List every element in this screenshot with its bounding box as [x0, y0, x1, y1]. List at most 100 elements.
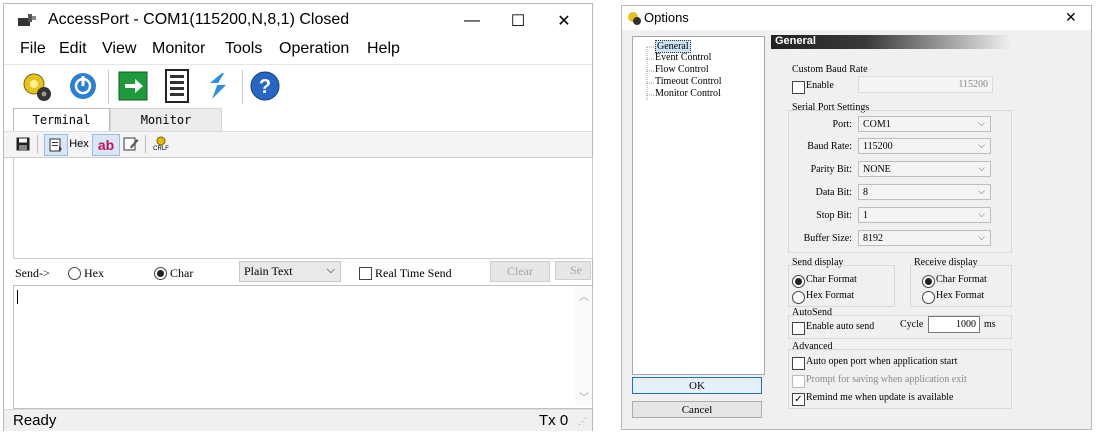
chevron-down-icon: ⌵ — [978, 163, 985, 173]
section-header: General — [775, 35, 816, 47]
realtime-send-label: Real Time Send — [375, 266, 452, 280]
parity-bit-label: Parity Bit: — [810, 164, 852, 175]
send-hex-format-radio[interactable] — [792, 289, 805, 307]
save-icon[interactable] — [14, 134, 32, 154]
maximize-button[interactable]: ☐ — [495, 4, 541, 37]
window-title: AccessPort - COM1(115200,N,8,1) Closed — [48, 11, 350, 28]
document-icon[interactable] — [160, 68, 194, 104]
run-arrow-icon[interactable] — [116, 68, 150, 104]
custom-baud-enable-checkbox[interactable] — [792, 79, 805, 97]
char-radio[interactable] — [154, 265, 167, 283]
cycle-input[interactable]: 1000 — [928, 316, 980, 333]
settings-gear-icon[interactable] — [20, 68, 54, 104]
cycle-unit: ms — [984, 319, 996, 330]
menu-monitor[interactable]: Monitor — [152, 40, 205, 58]
chevron-down-icon: ⌵ — [978, 140, 985, 150]
remind-update-checkbox[interactable]: ✓ — [792, 391, 805, 409]
hex-display-button[interactable]: Hex — [68, 134, 90, 154]
char-display-button[interactable]: ab — [92, 134, 120, 156]
custom-baud-group-label: Custom Baud Rate — [792, 64, 868, 75]
custom-baud-input[interactable]: 115200 — [858, 76, 993, 93]
scrollbar[interactable]: ︿ ﹀ — [575, 286, 592, 406]
cancel-button[interactable]: Cancel — [632, 401, 762, 418]
menu-edit[interactable]: Edit — [59, 40, 87, 58]
send-button[interactable]: Se — [555, 261, 591, 280]
receive-textarea[interactable] — [13, 157, 593, 259]
svg-text:?: ? — [259, 76, 271, 98]
app-icon — [16, 12, 38, 33]
receive-hex-format-radio[interactable] — [922, 289, 935, 307]
buffer-size-select[interactable]: 8192 ⌵ — [858, 230, 991, 246]
help-icon[interactable]: ? — [248, 68, 282, 104]
refresh-icon[interactable] — [200, 68, 234, 104]
baud-rate-select[interactable]: 115200 ⌵ — [858, 138, 991, 154]
menu-help[interactable]: Help — [367, 40, 400, 58]
format-select-value: Plain Text — [244, 264, 293, 278]
hex-radio-label: Hex — [84, 266, 104, 280]
tree-item-event-control[interactable]: Event Control — [655, 52, 711, 63]
char-radio-label: Char — [170, 266, 194, 280]
custom-baud-enable-label: Enable — [806, 80, 834, 91]
parity-bit-select[interactable]: NONE ⌵ — [858, 161, 991, 177]
scroll-down-icon[interactable]: ﹀ — [579, 389, 589, 404]
data-bit-select[interactable]: 8 ⌵ — [858, 184, 991, 200]
send-textarea[interactable]: ︿ ﹀ — [13, 285, 593, 409]
receive-hex-icon[interactable] — [44, 134, 68, 156]
prompt-save-checkbox[interactable] — [792, 373, 805, 391]
title-bar: AccessPort - COM1(115200,N,8,1) Closed —… — [4, 4, 592, 37]
tree-item-monitor-control[interactable]: Monitor Control — [655, 88, 721, 99]
chevron-down-icon: ⌵ — [978, 186, 985, 196]
baud-rate-value: 115200 — [863, 140, 893, 152]
stop-bit-select[interactable]: 1 ⌵ — [858, 207, 991, 223]
send-hex-format-label: Hex Format — [806, 290, 855, 301]
send-char-format-label: Char Format — [806, 274, 857, 285]
options-tree[interactable]: General Event Control Flow Control Timeo… — [632, 36, 765, 375]
chevron-down-icon: ⌵ — [978, 118, 985, 128]
power-icon[interactable] — [66, 68, 100, 104]
resize-grip-icon[interactable]: ⋰ — [578, 416, 587, 427]
menu-tools[interactable]: Tools — [225, 40, 262, 58]
crlf-button[interactable]: CRLF — [150, 134, 172, 154]
close-button[interactable]: ✕ — [541, 4, 587, 37]
autosend-enable-label: Enable auto send — [806, 321, 875, 332]
menu-operation[interactable]: Operation — [279, 40, 349, 58]
receive-hex-format-label: Hex Format — [936, 290, 985, 301]
buffer-size-value: 8192 — [863, 232, 883, 244]
ok-button[interactable]: OK — [632, 377, 762, 394]
edit-icon[interactable] — [121, 134, 141, 154]
hex-radio[interactable] — [68, 265, 81, 283]
menu-view[interactable]: View — [102, 40, 136, 58]
options-app-icon — [627, 11, 641, 30]
data-bit-label: Data Bit: — [815, 187, 852, 198]
toolbar-separator — [145, 135, 146, 153]
text-cursor — [17, 290, 18, 304]
minimize-button[interactable]: — — [449, 4, 495, 37]
menu-file[interactable]: File — [20, 40, 46, 58]
toolbar-separator — [242, 70, 243, 104]
crlf-label: CRLF — [153, 146, 169, 152]
tab-monitor[interactable]: Monitor — [110, 108, 222, 132]
chevron-down-icon: ⌵ — [978, 209, 985, 219]
format-select[interactable]: Plain Text ⌵ — [239, 261, 341, 282]
parity-bit-value: NONE — [863, 163, 891, 175]
tab-terminal[interactable]: Terminal — [13, 108, 110, 131]
crlf-icon — [156, 136, 166, 146]
port-select[interactable]: COM1 ⌵ — [858, 116, 991, 132]
tree-item-timeout-control[interactable]: Timeout Control — [655, 76, 722, 87]
toolbar-separator — [108, 70, 109, 104]
auto-open-checkbox[interactable] — [792, 355, 805, 373]
options-close-button[interactable]: ✕ — [1065, 9, 1077, 26]
options-dialog: Options ✕ General Event Control Flow Con… — [621, 5, 1092, 430]
receive-char-format-label: Char Format — [936, 274, 987, 285]
tree-item-flow-control[interactable]: Flow Control — [655, 64, 709, 75]
baud-rate-label: Baud Rate: — [807, 141, 852, 152]
realtime-send-checkbox[interactable] — [359, 265, 372, 283]
prompt-save-label: Prompt for saving when application exit — [806, 374, 967, 385]
scroll-up-icon[interactable]: ︿ — [579, 288, 589, 303]
autosend-enable-checkbox[interactable] — [792, 320, 805, 338]
auto-open-label: Auto open port when application start — [806, 356, 958, 367]
options-title-bar: Options ✕ — [622, 6, 1091, 29]
stop-bit-label: Stop Bit: — [816, 210, 852, 221]
status-bar: Ready Tx 0 ⋰ — [4, 409, 592, 431]
clear-button[interactable]: Clear — [490, 261, 550, 282]
